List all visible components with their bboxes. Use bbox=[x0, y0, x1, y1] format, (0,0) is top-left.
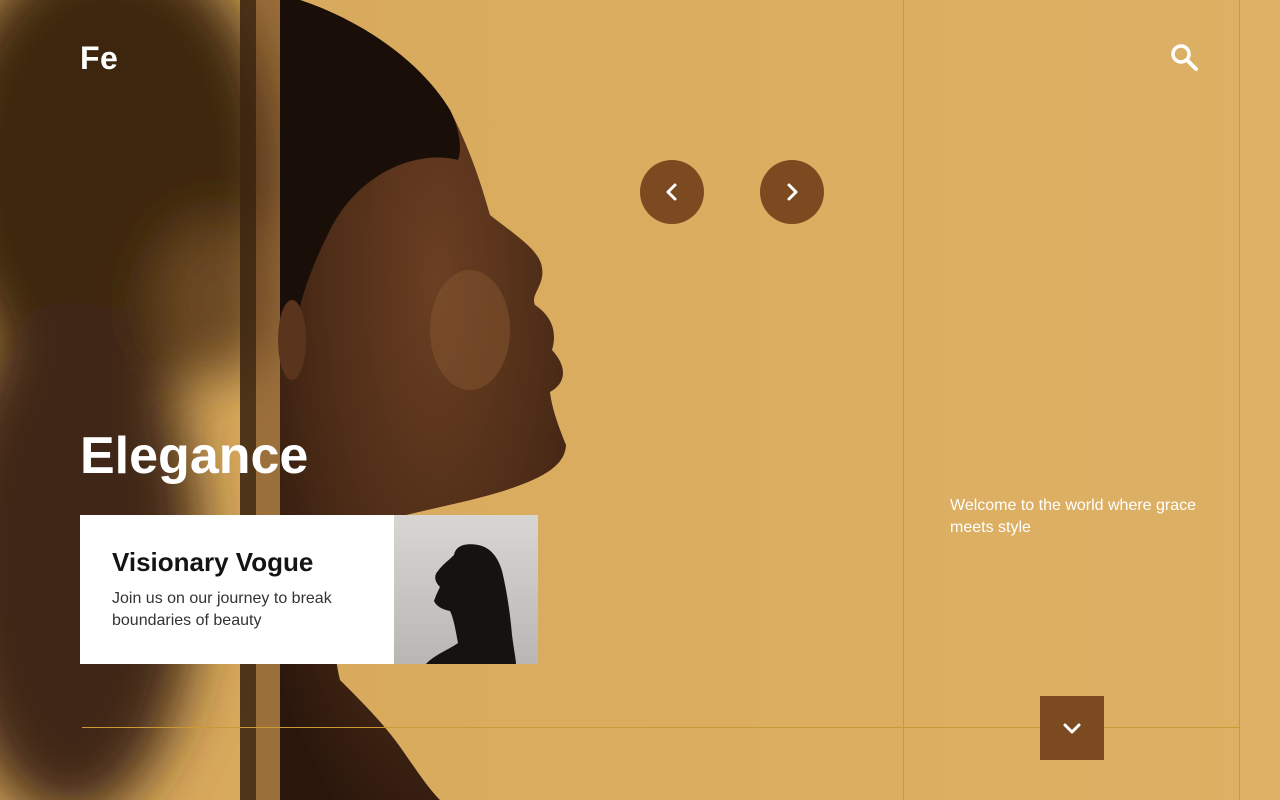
chevron-down-icon bbox=[1063, 723, 1081, 734]
hero-headline: Elegance bbox=[80, 427, 309, 485]
hero-section: Fe Elegance Visionary Vogue Join us on o… bbox=[0, 0, 1280, 800]
grid-divider bbox=[1239, 0, 1240, 800]
hero-portrait-image bbox=[0, 0, 1280, 800]
prev-slide-button[interactable] bbox=[640, 160, 704, 224]
feature-card-thumbnail[interactable] bbox=[394, 515, 538, 664]
grid-divider bbox=[903, 0, 904, 800]
search-icon bbox=[1171, 44, 1198, 71]
logo[interactable]: Fe bbox=[80, 40, 118, 77]
next-slide-button[interactable] bbox=[760, 160, 824, 224]
feature-card[interactable]: Visionary Vogue Join us on our journey t… bbox=[80, 515, 394, 664]
feature-card-title: Visionary Vogue bbox=[112, 547, 314, 577]
welcome-text: Welcome to the world where grace meets s… bbox=[950, 497, 1197, 536]
chevron-left-icon bbox=[666, 183, 677, 201]
search-button[interactable] bbox=[1164, 38, 1204, 78]
feature-card-description: Join us on our journey to break boundari… bbox=[112, 590, 332, 629]
scroll-down-button[interactable] bbox=[1040, 696, 1104, 760]
woman-silhouette-image bbox=[394, 515, 538, 664]
chevron-right-icon bbox=[787, 183, 798, 201]
